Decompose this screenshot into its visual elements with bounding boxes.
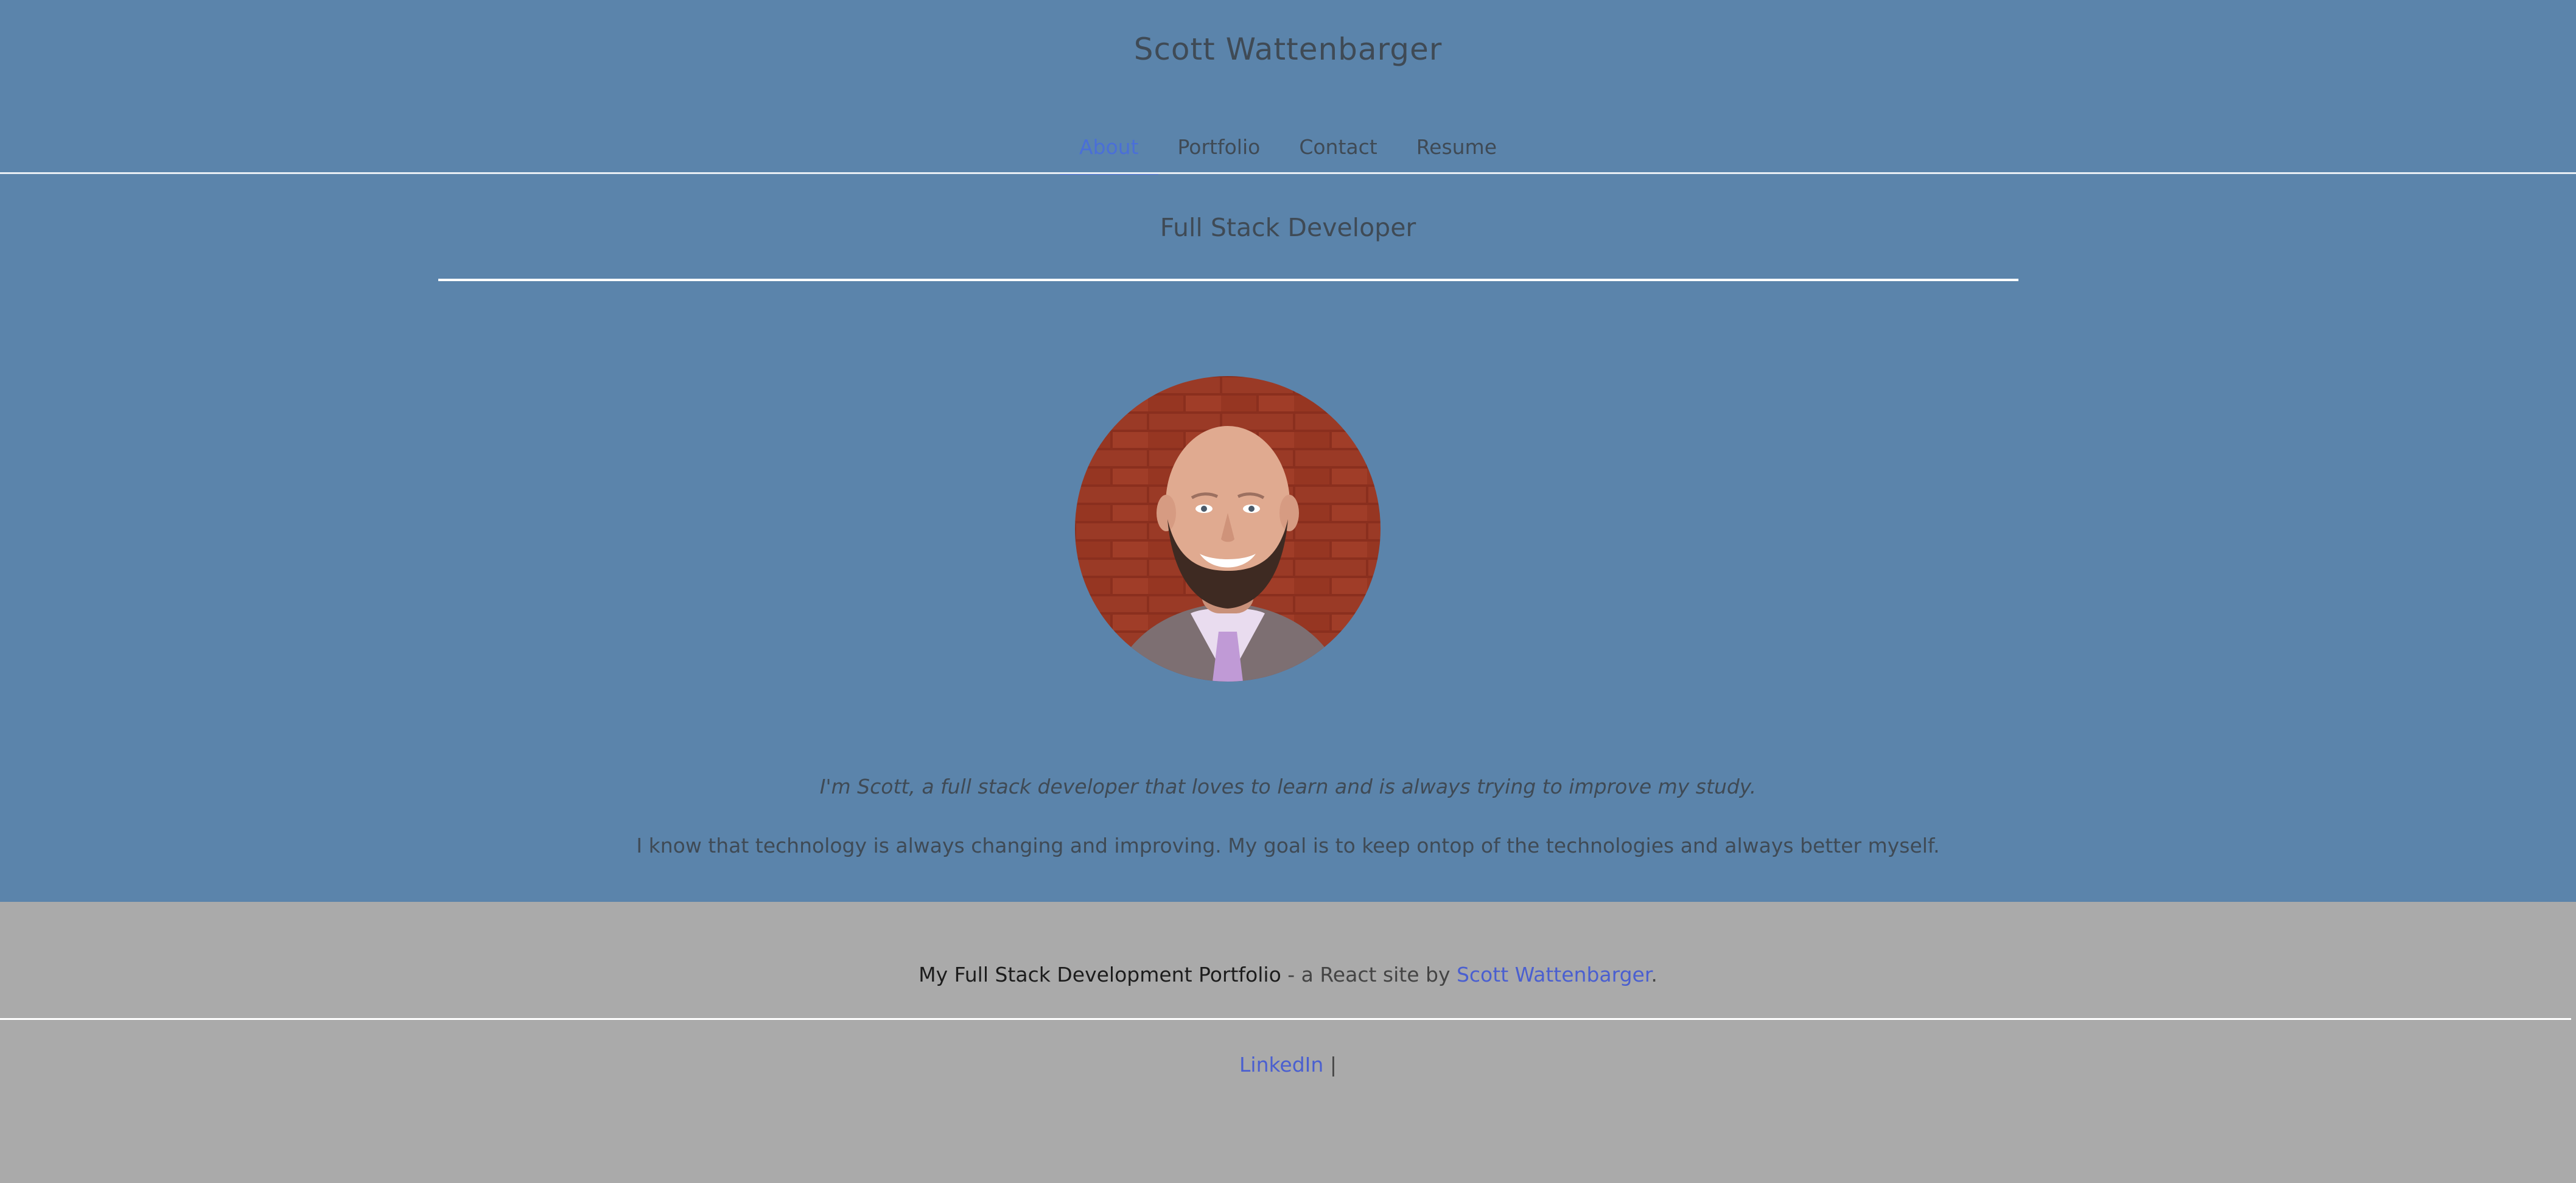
- linkedin-link[interactable]: LinkedIn: [1239, 1053, 1323, 1077]
- nav-tabs: About Portfolio Contact Resume: [0, 128, 2576, 175]
- footer-by-text: - a React site by: [1281, 963, 1457, 986]
- intro-text: I'm Scott, a full stack developer that l…: [819, 775, 1757, 798]
- footer-author-link[interactable]: Scott Wattenbarger: [1457, 963, 1651, 986]
- footer-separator: |: [1323, 1053, 1337, 1077]
- footer-period: .: [1651, 963, 1657, 986]
- nav-tab-resume[interactable]: Resume: [1397, 128, 1516, 173]
- footer-project-name: My Full Stack Development Portfolio: [919, 963, 1281, 986]
- nav-tab-contact[interactable]: Contact: [1279, 128, 1396, 173]
- footer-credit: My Full Stack Development Portfolio - a …: [0, 963, 2576, 986]
- profile-avatar: [1075, 376, 1381, 682]
- nav-tab-about[interactable]: About: [1059, 128, 1158, 175]
- nav-divider: [0, 172, 2576, 174]
- site-title[interactable]: Scott Wattenbarger: [0, 32, 2576, 67]
- profile-photo-icon: [1075, 376, 1381, 682]
- footer-social: LinkedIn |: [0, 1053, 2576, 1077]
- page-subtitle: Full Stack Developer: [1160, 213, 1416, 242]
- main-section: Scott Wattenbarger About Portfolio Conta…: [0, 0, 2576, 902]
- footer: My Full Stack Development Portfolio - a …: [0, 902, 2576, 1183]
- subtitle-divider: [438, 279, 2018, 281]
- goal-text: I know that technology is always changin…: [636, 834, 1940, 857]
- footer-divider: [0, 1018, 2571, 1020]
- page: Scott Wattenbarger About Portfolio Conta…: [0, 0, 2576, 1183]
- nav-tab-portfolio[interactable]: Portfolio: [1158, 128, 1280, 173]
